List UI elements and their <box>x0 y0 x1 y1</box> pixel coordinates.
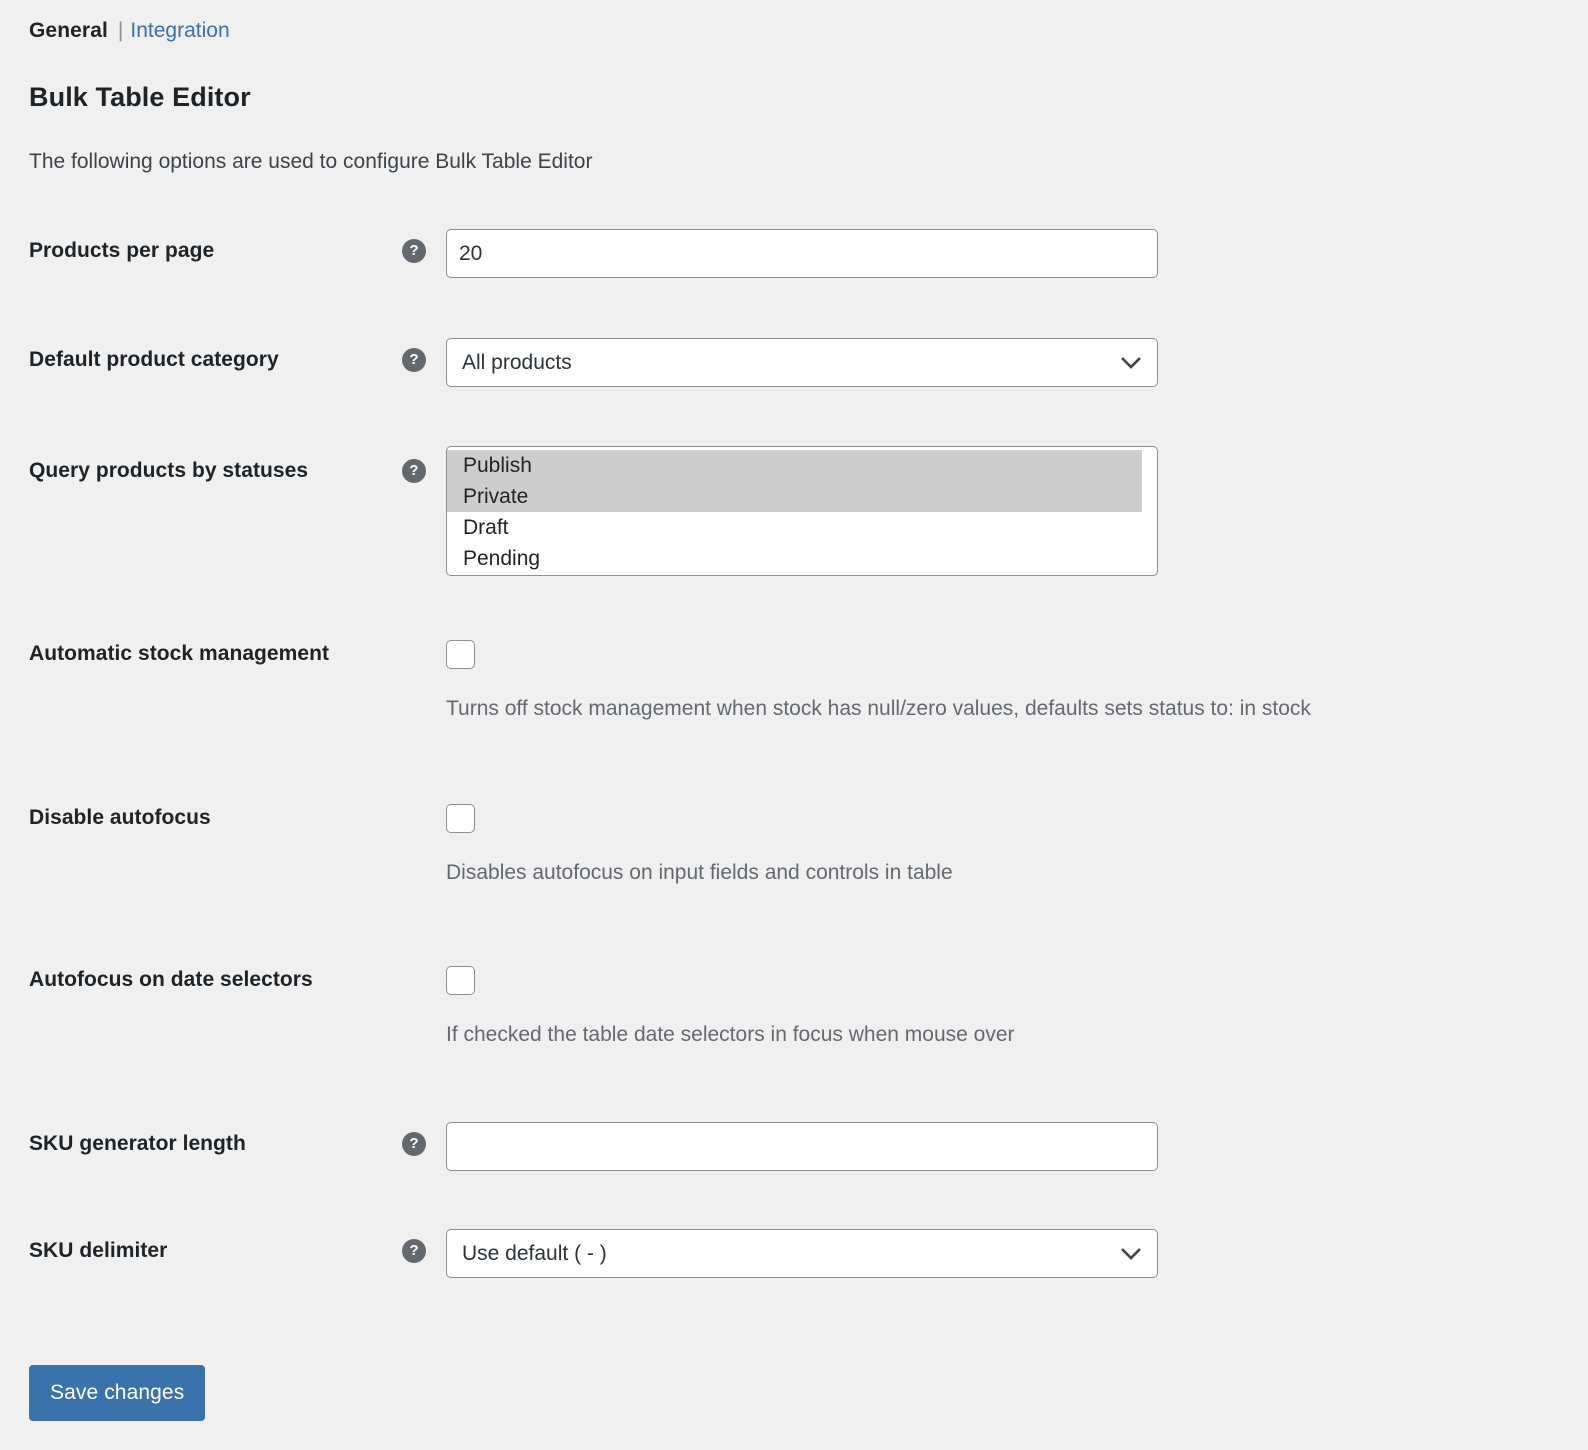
products-per-page-input[interactable] <box>446 229 1158 278</box>
field-automatic-stock-management <box>446 640 475 669</box>
help-icon-sku-delimiter[interactable]: ? <box>402 1239 426 1263</box>
field-disable-autofocus <box>446 804 475 833</box>
autofocus-on-date-selectors-checkbox[interactable] <box>446 966 475 995</box>
label-sku-delimiter: SKU delimiter <box>29 1239 168 1262</box>
status-option-publish[interactable]: Publish <box>447 450 1142 481</box>
sku-delimiter-value: Use default ( - ) <box>446 1229 1158 1278</box>
sku-generator-length-input[interactable] <box>446 1122 1158 1171</box>
help-icon-query-products-by-statuses[interactable]: ? <box>402 459 426 483</box>
help-icon-sku-generator-length[interactable]: ? <box>402 1132 426 1156</box>
sku-delimiter-select[interactable]: Use default ( - ) <box>446 1229 1158 1278</box>
label-products-per-page: Products per page <box>29 239 215 262</box>
label-query-products-by-statuses: Query products by statuses <box>29 459 309 482</box>
nav-tab-general[interactable]: General <box>29 17 108 45</box>
field-query-products-by-statuses: Publish Private Draft Pending <box>446 446 1158 576</box>
field-default-product-category: All products <box>446 338 1158 387</box>
status-option-draft[interactable]: Draft <box>447 512 1157 543</box>
field-products-per-page <box>446 229 1158 278</box>
settings-nav: General | Integration <box>29 17 230 45</box>
help-icon-products-per-page[interactable]: ? <box>402 239 426 263</box>
status-option-private[interactable]: Private <box>447 481 1142 512</box>
nav-separator: | <box>117 19 124 42</box>
field-autofocus-on-date-selectors <box>446 966 475 995</box>
field-sku-delimiter: Use default ( - ) <box>446 1229 1158 1278</box>
label-autofocus-on-date-selectors: Autofocus on date selectors <box>29 968 313 991</box>
description-autofocus-on-date-selectors: If checked the table date selectors in f… <box>446 1023 1015 1046</box>
save-changes-button[interactable]: Save changes <box>29 1365 206 1421</box>
default-product-category-value: All products <box>446 338 1158 387</box>
submit-area: Save changes <box>29 1365 206 1421</box>
label-sku-generator-length: SKU generator length <box>29 1132 246 1155</box>
label-automatic-stock-management: Automatic stock management <box>29 642 330 665</box>
description-disable-autofocus: Disables autofocus on input fields and c… <box>446 861 953 884</box>
field-sku-generator-length <box>446 1122 1158 1171</box>
page-description: The following options are used to config… <box>29 150 593 173</box>
label-disable-autofocus: Disable autofocus <box>29 806 211 829</box>
description-automatic-stock-management: Turns off stock management when stock ha… <box>446 697 1311 720</box>
default-product-category-select[interactable]: All products <box>446 338 1158 387</box>
page-title: Bulk Table Editor <box>29 82 251 112</box>
disable-autofocus-checkbox[interactable] <box>446 804 475 833</box>
settings-page: General | Integration Bulk Table Editor … <box>0 0 1588 1450</box>
query-products-by-statuses-multiselect[interactable]: Publish Private Draft Pending <box>446 446 1158 576</box>
automatic-stock-management-checkbox[interactable] <box>446 640 475 669</box>
label-default-product-category: Default product category <box>29 348 279 371</box>
status-option-pending[interactable]: Pending <box>447 543 1157 574</box>
help-icon-default-product-category[interactable]: ? <box>402 348 426 372</box>
nav-tab-integration[interactable]: Integration <box>130 17 229 45</box>
